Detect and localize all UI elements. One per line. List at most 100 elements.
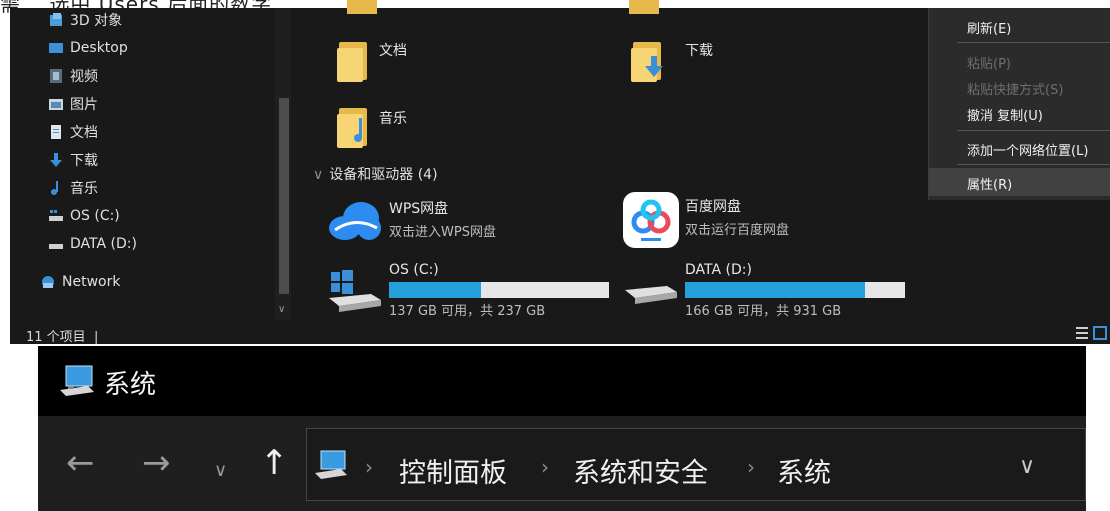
file-explorer-window: 3D 对象 Desktop 视频 图片 文档 下载 音乐 OS (C:) DAT… [10,0,1110,345]
address-bar-row: ← → ∨ ↑ › 控制面板 › 系统和安全 › 系统 ∨ [38,416,1086,511]
explorer-screenshot: 需… 选中 Users 后面的数字 3D 对象 Desktop 视频 [0,0,1110,346]
menu-item-undo-copy[interactable]: 撤消 复制(U) [967,105,1043,124]
breadcrumb-separator-icon[interactable]: › [541,455,549,479]
pictures-icon [48,96,64,112]
computer-icon [58,362,96,400]
downloads-icon [48,152,64,168]
videos-icon [48,68,64,84]
nav-item-label: 文档 [70,125,98,141]
folder-downloads[interactable]: 下载 [631,38,713,82]
wps-cloud-icon [327,198,383,242]
drive-os-c[interactable]: OS (C:) 137 GB 可用，共 237 GB [327,262,647,319]
nav-item-label: Desktop [70,40,128,56]
nav-item-documents[interactable]: 文档 [48,120,98,144]
app-baidu-netdisk[interactable]: 百度网盘 双击运行百度网盘 [623,192,789,248]
drive-free-space: 166 GB 可用，共 931 GB [685,304,842,319]
menu-item-refresh[interactable]: 刷新(E) [967,18,1011,37]
nav-item-downloads[interactable]: 下载 [48,148,98,172]
recent-locations-chevron-icon[interactable]: ∨ [214,454,227,488]
scroll-down-icon[interactable]: ∨ [278,304,285,315]
forward-arrow-icon[interactable]: → [142,446,171,480]
data-drive-icon [48,236,64,252]
section-label: 设备和驱动器 (4) [329,167,438,183]
folder-icon [337,38,369,82]
menu-highlight [929,168,1110,196]
address-bar[interactable]: › 控制面板 › 系统和安全 › 系统 ∨ [306,428,1086,501]
drive-name: DATA (D:) [685,262,752,278]
breadcrumb-separator-icon[interactable]: › [747,455,755,479]
item-count: 11 个项目 | [26,330,99,345]
chevron-down-icon: ∨ [313,167,324,183]
folder-label: 下载 [685,43,713,59]
nav-item-os-drive[interactable]: OS (C:) [48,204,120,228]
nav-item-videos[interactable]: 视频 [48,64,98,88]
folder-label: 音乐 [379,111,407,127]
back-arrow-icon[interactable]: ← [66,446,95,480]
devices-section-header[interactable]: ∨ 设备和驱动器 (4) [313,164,438,184]
folder-icon [629,0,659,14]
context-menu: 刷新(E) 粘贴(P) 粘贴快捷方式(S) 撤消 复制(U) 添加一个网络位置(… [928,8,1110,200]
app-name: WPS网盘 [389,201,449,217]
network-icon [40,274,56,290]
nav-item-label: 3D 对象 [70,13,123,29]
nav-item-label: OS (C:) [70,208,120,224]
folder-icon [347,0,377,14]
app-description: 双击进入WPS网盘 [389,225,496,240]
nav-item-music[interactable]: 音乐 [48,176,98,200]
nav-item-3d-objects[interactable]: 3D 对象 [48,8,122,32]
nav-item-pictures[interactable]: 图片 [48,92,98,116]
address-dropdown-chevron-icon[interactable]: ∨ [1019,454,1035,479]
windows-drive-icon [327,268,383,312]
nav-item-label: 下载 [70,153,98,169]
nav-item-label: 图片 [70,97,98,113]
window-title: 系统 [104,370,157,400]
baidu-netdisk-icon [623,192,679,248]
3d-objects-icon [48,12,64,28]
menu-item-paste-shortcut[interactable]: 粘贴快捷方式(S) [967,79,1063,98]
view-toggle-icons[interactable] [1070,325,1110,340]
menu-separator [957,42,1110,43]
app-description: 双击运行百度网盘 [685,223,790,238]
download-folder-icon [631,38,663,82]
drive-data-d[interactable]: DATA (D:) 166 GB 可用，共 931 GB [623,262,943,319]
music-icon [48,180,64,196]
title-bar: 系统 [38,346,1086,416]
menu-separator [957,130,1110,131]
menu-separator [957,164,1110,165]
drive-icon [623,278,679,312]
system-window: 系统 ← → ∨ ↑ › 控制面板 › 系统和安全 › 系统 ∨ [38,346,1086,511]
os-drive-icon [48,208,64,224]
breadcrumb-system[interactable]: 系统 [777,451,831,490]
nav-item-label: DATA (D:) [70,236,137,252]
menu-item-add-network-location[interactable]: 添加一个网络位置(L) [967,140,1088,159]
drive-name: OS (C:) [389,262,439,278]
menu-item-paste[interactable]: 粘贴(P) [967,53,1011,72]
menu-item-properties[interactable]: 属性(R) [967,174,1012,193]
nav-item-desktop[interactable]: Desktop [48,36,128,60]
folder-documents[interactable]: 文档 [337,38,407,82]
up-arrow-icon[interactable]: ↑ [260,446,289,480]
breadcrumb-control-panel[interactable]: 控制面板 [399,451,507,490]
nav-item-label: 视频 [70,69,98,85]
nav-item-network[interactable]: Network [40,270,120,294]
folder-label: 文档 [379,43,407,59]
nav-item-label: Network [62,274,121,290]
folder-music[interactable]: 音乐 [337,104,407,148]
app-name: 百度网盘 [685,199,741,215]
app-wps-cloud[interactable]: WPS网盘 双击进入WPS网盘 [327,198,496,242]
breadcrumb-separator-icon[interactable]: › [365,455,373,479]
computer-icon [313,447,351,485]
drive-usage-fill [389,282,482,298]
nav-item-data-drive[interactable]: DATA (D:) [48,232,137,256]
nav-scrollbar-thumb[interactable] [279,98,289,294]
nav-item-label: 音乐 [70,181,98,197]
status-bar [10,320,1110,344]
desktop-icon [48,40,64,56]
breadcrumb-system-security[interactable]: 系统和安全 [573,451,708,490]
navigation-pane: 3D 对象 Desktop 视频 图片 文档 下载 音乐 OS (C:) DAT… [10,8,292,320]
drive-free-space: 137 GB 可用，共 237 GB [389,304,546,319]
documents-icon [48,124,64,140]
music-folder-icon [337,104,369,148]
drive-usage-bar [389,282,609,298]
drive-usage-bar [685,282,905,298]
